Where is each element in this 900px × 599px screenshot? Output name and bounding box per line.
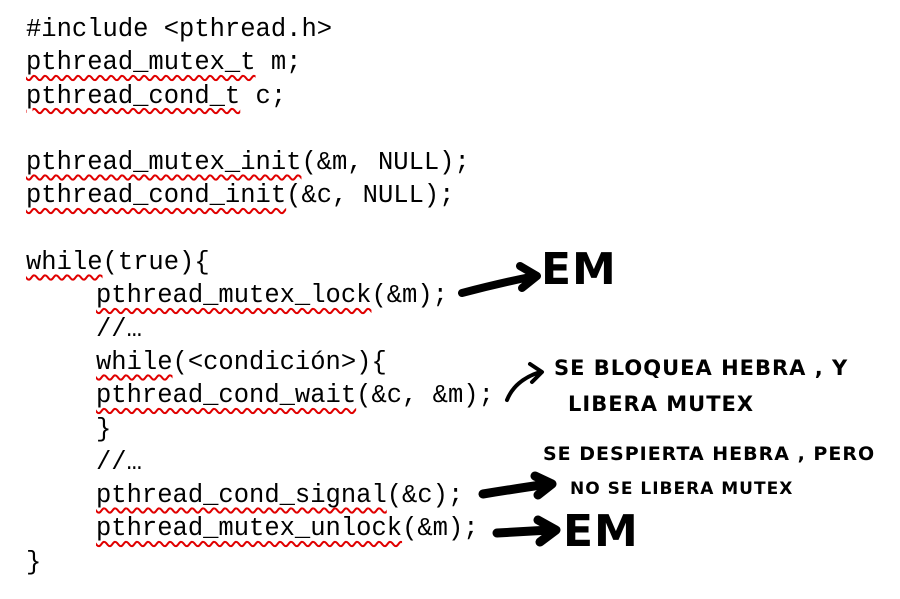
unlock-note: EM: [563, 506, 639, 557]
signal-note-line2: NO SE LIBERA MUTEX: [570, 479, 794, 499]
signal-note-line1: SE DESPIERTA HEBRA , PERO: [543, 443, 876, 465]
arrow-lock-icon: [458, 262, 541, 297]
handwritten-arrows: [458, 262, 561, 547]
wait-note-line1: SE BLOQUEA HEBRA , Y: [554, 356, 849, 380]
arrow-signal-icon: [478, 471, 557, 500]
lock-note: EM: [541, 244, 617, 295]
arrow-unlock-icon: [492, 515, 561, 547]
arrow-wait-icon: [505, 362, 544, 402]
wait-note-line2: LIBERA MUTEX: [568, 392, 755, 416]
